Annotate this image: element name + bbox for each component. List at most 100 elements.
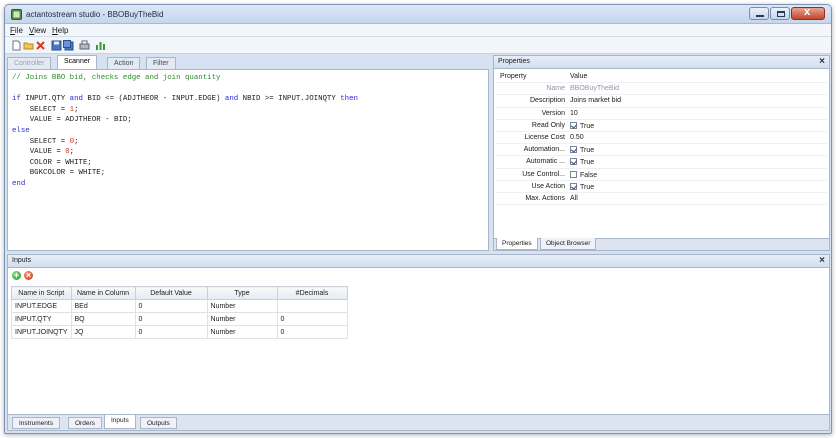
close-properties-icon[interactable]: × bbox=[819, 56, 825, 67]
table-cell[interactable]: BEd bbox=[70, 299, 136, 313]
code-token: SELECT = bbox=[12, 137, 70, 146]
app-logo-icon bbox=[11, 9, 22, 20]
menu-help[interactable]: Help bbox=[52, 26, 68, 35]
table-cell[interactable]: INPUT.EDGE bbox=[11, 299, 72, 313]
save-all-icon[interactable] bbox=[63, 40, 74, 51]
tab-orders[interactable]: Orders bbox=[68, 417, 102, 429]
property-row[interactable]: Automatic ... True bbox=[496, 156, 827, 169]
table-row[interactable]: INPUT.JOINQTY JQ 0 Number 0 bbox=[11, 325, 348, 339]
title-bar: actantostream studio - BBOBuyTheBid x bbox=[5, 5, 831, 24]
table-cell[interactable]: 0 bbox=[134, 312, 208, 326]
table-row[interactable]: INPUT.QTY BQ 0 Number 0 bbox=[11, 312, 348, 326]
property-row[interactable]: Use Control... False bbox=[496, 169, 827, 181]
delete-icon[interactable] bbox=[35, 40, 46, 51]
code-token: BID <= (ADJTHEOR - INPUT.EDGE) bbox=[82, 95, 225, 104]
property-checkbox[interactable] bbox=[570, 121, 577, 129]
new-icon[interactable] bbox=[11, 40, 22, 51]
tab-object-browser[interactable]: Object Browser bbox=[540, 238, 597, 250]
table-cell[interactable]: BQ bbox=[70, 312, 136, 326]
property-value[interactable]: All bbox=[570, 195, 578, 202]
code-line: if INPUT.QTY and BID <= (ADJTHEOR - INPU… bbox=[12, 95, 358, 103]
property-value[interactable]: False bbox=[570, 170, 597, 179]
property-checkbox[interactable] bbox=[570, 146, 577, 154]
add-input-button[interactable]: + bbox=[12, 270, 21, 280]
property-name: Use Control... bbox=[522, 170, 565, 178]
column-header[interactable]: #Decimals bbox=[276, 286, 348, 300]
code-token: and bbox=[224, 95, 239, 104]
close-inputs-icon[interactable]: × bbox=[819, 255, 825, 266]
inputs-panel: Inputs × + × Name in Script Name in Colum… bbox=[7, 254, 830, 431]
table-cell[interactable]: Number bbox=[206, 312, 278, 326]
property-row[interactable]: Version 10 bbox=[496, 108, 827, 120]
code-token: NBID >= INPUT.JOINQTY bbox=[238, 95, 341, 104]
tab-properties[interactable]: Properties bbox=[496, 238, 538, 250]
table-cell[interactable]: JQ bbox=[70, 325, 136, 339]
property-value[interactable]: True bbox=[570, 121, 594, 130]
table-cell[interactable]: INPUT.QTY bbox=[11, 312, 72, 326]
column-header[interactable]: Name in Column bbox=[70, 286, 136, 300]
property-value[interactable]: True bbox=[570, 146, 594, 154]
property-row[interactable]: Read Only True bbox=[496, 120, 827, 132]
property-value[interactable]: 10 bbox=[570, 110, 578, 117]
property-checkbox[interactable] bbox=[570, 158, 577, 166]
script-editor[interactable]: // Joins BBO bid, checks edge and join q… bbox=[7, 69, 489, 251]
table-cell[interactable]: 0 bbox=[276, 312, 348, 326]
code-token: ; bbox=[69, 148, 75, 157]
save-icon[interactable] bbox=[51, 40, 62, 51]
column-header[interactable]: Default Value bbox=[134, 286, 208, 300]
tab-action[interactable]: Action bbox=[107, 57, 141, 69]
property-value[interactable]: BBOBuyTheBid bbox=[570, 85, 619, 92]
table-cell[interactable]: Number bbox=[206, 299, 278, 313]
column-header[interactable]: Type bbox=[206, 286, 278, 300]
add-icon: + bbox=[13, 270, 20, 280]
properties-title: Properties bbox=[498, 58, 530, 65]
tab-instruments[interactable]: Instruments bbox=[12, 417, 60, 429]
property-checkbox[interactable] bbox=[570, 182, 577, 190]
menu-view[interactable]: View bbox=[29, 26, 46, 35]
property-value-text: True bbox=[580, 183, 595, 191]
tab-filter[interactable]: Filter bbox=[146, 57, 176, 69]
tab-inputs[interactable]: Inputs bbox=[104, 415, 136, 429]
property-row[interactable]: Automation... True bbox=[496, 144, 827, 157]
minimize-button[interactable] bbox=[749, 7, 769, 20]
maximize-button[interactable] bbox=[770, 7, 790, 20]
property-row[interactable]: Use Action True bbox=[496, 181, 827, 193]
property-row[interactable]: License Cost 0.50 bbox=[496, 132, 827, 145]
close-window-button[interactable]: x bbox=[791, 6, 825, 20]
table-cell[interactable]: INPUT.JOINQTY bbox=[11, 325, 72, 339]
tab-scanner[interactable]: Scanner bbox=[57, 55, 98, 69]
table-cell[interactable] bbox=[276, 299, 348, 313]
close-icon: x bbox=[804, 6, 811, 18]
code-line: else bbox=[12, 127, 30, 135]
print-icon[interactable] bbox=[79, 40, 90, 51]
table-cell[interactable]: 0 bbox=[134, 325, 208, 339]
code-line: SELECT = 0; bbox=[12, 138, 79, 146]
property-value[interactable]: True bbox=[570, 158, 594, 166]
code-line: end bbox=[12, 180, 25, 188]
column-header[interactable]: Name in Script bbox=[11, 286, 72, 300]
open-folder-icon[interactable] bbox=[23, 40, 34, 51]
menu-file[interactable]: File bbox=[10, 26, 23, 35]
table-cell[interactable]: 0 bbox=[276, 325, 348, 339]
property-row[interactable]: Name BBOBuyTheBid bbox=[496, 83, 827, 96]
remove-input-button[interactable]: × bbox=[24, 270, 33, 280]
window-title: actantostream studio - BBOBuyTheBid bbox=[26, 10, 164, 19]
property-value[interactable]: True bbox=[570, 182, 595, 191]
remove-icon: × bbox=[25, 270, 32, 280]
table-cell[interactable]: 0 bbox=[134, 299, 208, 313]
properties-header: Properties × bbox=[494, 56, 829, 69]
table-cell[interactable]: Number bbox=[206, 325, 278, 339]
properties-panel: Properties × Property Value Name BBOBuyTh… bbox=[493, 55, 830, 251]
property-value[interactable]: 0.50 bbox=[570, 134, 584, 141]
tab-controller[interactable]: Controller bbox=[7, 57, 52, 69]
property-row[interactable]: Description Joins market bid bbox=[496, 95, 827, 108]
property-row[interactable]: Max. Actions All bbox=[496, 193, 827, 206]
code-token: INPUT.QTY bbox=[20, 95, 70, 104]
property-name: License Cost bbox=[524, 133, 565, 141]
chart-icon[interactable] bbox=[95, 40, 106, 51]
property-checkbox[interactable] bbox=[570, 170, 577, 178]
tab-outputs[interactable]: Outputs bbox=[140, 417, 177, 429]
table-row[interactable]: INPUT.EDGE BEd 0 Number bbox=[11, 299, 348, 313]
property-value[interactable]: Joins market bid bbox=[570, 97, 621, 104]
code-line: // Joins BBO bid, checks edge and join q… bbox=[12, 74, 220, 82]
